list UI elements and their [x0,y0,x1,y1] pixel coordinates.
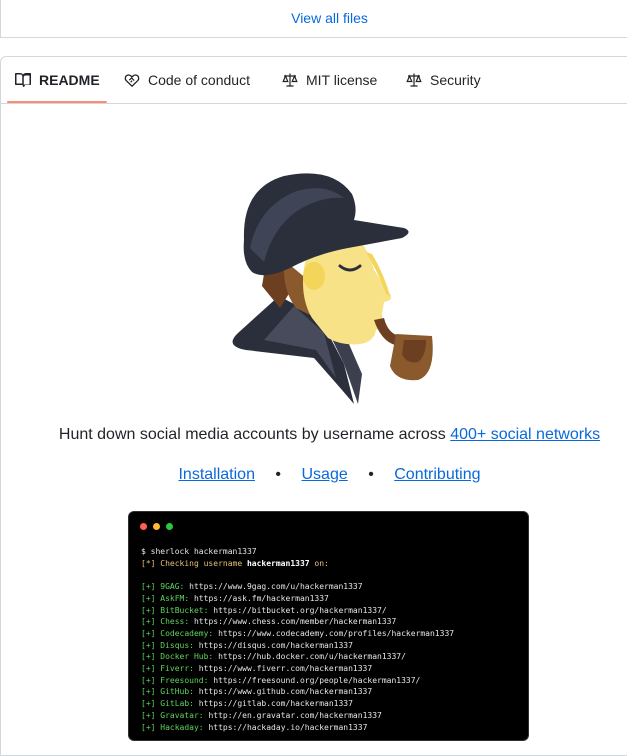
result-url: https://www.codecademy.com/profiles/hack… [213,628,455,638]
terminal-result-line: [+] Docker Hub: https://hub.docker.com/u… [141,652,406,662]
tab-code-of-conduct[interactable]: Code of conduct [124,56,250,103]
law-scale-icon [406,73,422,87]
terminal-checking-line: [*] Checking username hackerman1337 on: [141,558,329,568]
readme-tabs: README Code of conduct MIT license Secur… [0,56,627,104]
result-site: Disqus: [160,640,194,650]
tab-security[interactable]: Security [406,56,481,103]
contributing-link[interactable]: Contributing [394,466,480,483]
files-footer: View all files [0,0,627,38]
terminal-result-line: [+] GitLab: https://gitlab.com/hackerman… [141,699,353,709]
separator: • [368,466,374,483]
tab-readme[interactable]: README [15,56,100,103]
readme-tagline: Hunt down social media accounts by usern… [0,426,627,444]
result-site: Hackaday: [160,722,204,732]
result-url: https://hub.docker.com/u/hackerman1337/ [213,652,406,662]
sherlock-logo [232,173,433,404]
result-url: https://www.chess.com/member/hackerman13… [189,617,397,627]
terminal-result-line: [+] Chess: https://www.chess.com/member/… [141,617,397,627]
result-url: https://www.fiverr.com/hackerman1337 [193,664,373,674]
terminal-result-line: [+] GitHub: https://www.github.com/hacke… [141,687,373,697]
result-site: Codecademy: [160,628,214,638]
heart-handshake-icon [124,73,140,87]
book-icon [15,72,31,87]
terminal-demo: $ sherlock hackerman1337 [*] Checking use… [128,511,529,741]
result-site: Freesound: [160,675,209,685]
terminal-result-line: [+] 9GAG: https://www.9gag.com/u/hackerm… [141,582,363,592]
separator: • [275,466,282,483]
terminal-result-line: [+] Freesound: https://freesound.org/peo… [141,675,421,685]
result-url: https://www.github.com/hackerman1337 [193,687,373,697]
tab-label: README [39,71,100,88]
terminal-result-line: [+] Fiverr: https://www.fiverr.com/hacke… [141,664,373,674]
terminal-result-line: [+] Disqus: https://disqus.com/hackerman… [141,640,353,650]
terminal-result-line: [+] Hackaday: https://hackaday.io/hacker… [141,722,368,732]
law-scale-icon [282,73,298,87]
terminal-result-line: [+] AskFM: https://ask.fm/hackerman1337 [141,593,329,603]
terminal-result-line: [+] BitBucket: https://bitbucket.org/hac… [141,605,387,615]
result-url: https://disqus.com/hackerman1337 [193,640,353,650]
social-networks-link[interactable]: 400+ social networks [450,426,600,443]
result-url: https://freesound.org/people/hackerman13… [208,675,421,685]
result-site: Fiverr: [160,664,194,674]
result-site: 9GAG: [160,582,185,592]
readme-nav-links: Installation • Usage • Contributing [0,466,627,484]
result-url: https://hackaday.io/hackerman1337 [203,722,368,732]
result-site: GitLab: [160,699,194,709]
terminal-output: $ sherlock hackerman1337 [*] Checking use… [141,546,454,733]
tab-label: Code of conduct [148,71,250,88]
result-site: BitBucket: [160,605,209,615]
result-url: https://gitlab.com/hackerman1337 [193,699,353,709]
view-all-files-link[interactable]: View all files [1,10,627,26]
terminal-result-line: [+] Codecademy: https://www.codecademy.c… [141,628,455,638]
terminal-command: $ sherlock hackerman1337 [141,547,257,556]
result-url: http://en.gravatar.com/hackerman1337 [203,710,382,720]
result-site: AskFM: [160,593,190,603]
tab-label: Security [430,71,481,88]
result-site: GitHub: [160,687,194,697]
usage-link[interactable]: Usage [301,466,347,483]
result-site: Gravatar: [160,710,204,720]
installation-link[interactable]: Installation [178,466,255,483]
active-tab-indicator [7,101,107,103]
result-url: https://bitbucket.org/hackerman1337/ [208,605,387,615]
result-site: Chess: [160,617,190,627]
result-site: Docker Hub: [160,652,214,662]
tab-mit-license[interactable]: MIT license [282,56,377,103]
terminal-results: [+] 9GAG: https://www.9gag.com/u/hackerm… [141,581,454,733]
result-url: https://www.9gag.com/u/hackerman1337 [184,582,363,592]
minimize-dot-icon [153,523,160,530]
tagline-text: Hunt down social media accounts by usern… [58,426,451,443]
terminal-result-line: [+] Gravatar: http://en.gravatar.com/hac… [141,710,382,720]
maximize-dot-icon [166,523,173,530]
result-url: https://ask.fm/hackerman1337 [189,593,329,603]
close-dot-icon [140,523,147,530]
tab-label: MIT license [306,71,378,88]
